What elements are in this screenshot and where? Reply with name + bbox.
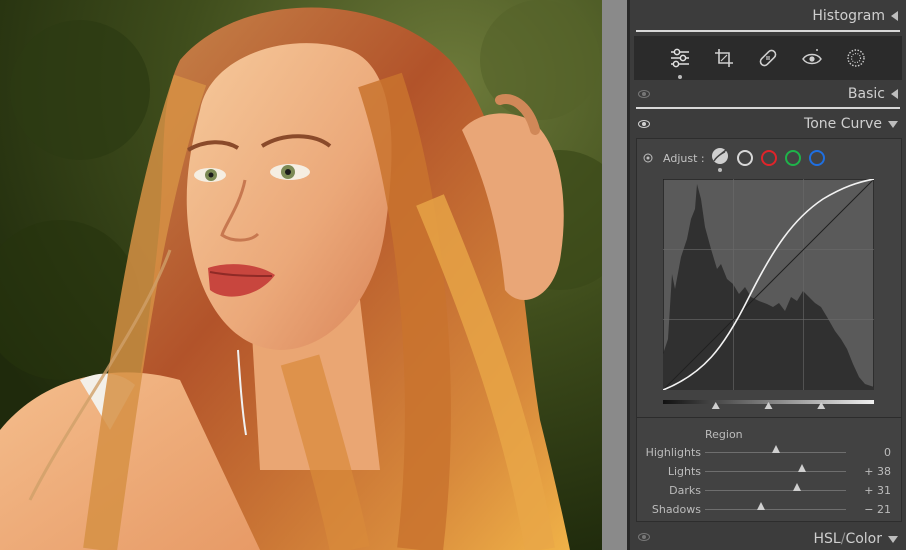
darks-label: Darks xyxy=(669,484,701,497)
highlights-value[interactable]: 0 xyxy=(884,446,891,459)
adjust-label: Adjust : xyxy=(663,151,705,165)
panel-divider-rule xyxy=(636,107,900,109)
shadows-value[interactable]: − 21 xyxy=(864,503,891,516)
darks-slider[interactable]: Darks + 31 xyxy=(637,482,901,500)
darks-value[interactable]: + 31 xyxy=(864,484,891,497)
shadows-slider[interactable]: Shadows − 21 xyxy=(637,501,901,519)
lights-label: Lights xyxy=(667,465,701,478)
slider-track[interactable] xyxy=(705,471,846,472)
active-tool-indicator xyxy=(678,75,682,79)
blue-channel-button[interactable] xyxy=(808,150,825,166)
red-channel-button[interactable] xyxy=(760,150,777,166)
hsl-color-title: HSL/Color xyxy=(814,531,883,547)
parametric-curve-icon[interactable] xyxy=(711,147,729,172)
basic-title: Basic xyxy=(847,86,885,102)
masking-icon[interactable] xyxy=(841,43,871,73)
develop-panel: Histogram Basic Tone Curve Adjust: Regi… xyxy=(630,0,906,550)
shadows-label: Shadows xyxy=(651,503,701,516)
darks-thumb[interactable] xyxy=(793,483,802,491)
panel-divider[interactable] xyxy=(602,0,628,550)
highlights-thumb[interactable] xyxy=(771,445,780,453)
active-channel-indicator xyxy=(717,168,722,172)
healing-icon[interactable] xyxy=(753,43,783,73)
green-channel-button[interactable] xyxy=(784,150,801,166)
histogram-panel-header[interactable]: Histogram xyxy=(630,6,906,26)
crop-icon[interactable] xyxy=(709,43,739,73)
slider-track[interactable] xyxy=(705,490,846,491)
region-title: Region xyxy=(705,428,743,441)
lights-thumb[interactable] xyxy=(798,464,807,472)
edit-sliders-icon[interactable] xyxy=(665,43,695,79)
portrait-image xyxy=(0,0,602,550)
basic-panel-header[interactable]: Basic xyxy=(630,84,906,104)
tone-curve-title: Tone Curve xyxy=(804,116,882,132)
highlights-label: Highlights xyxy=(645,446,701,459)
histogram-title: Histogram xyxy=(812,8,885,24)
expand-triangle-icon[interactable] xyxy=(888,120,898,128)
region-section: Region Highlights 0 Lights + 38 Darks + … xyxy=(637,417,901,517)
tone-curve-panel-header[interactable]: Tone Curve xyxy=(630,114,906,134)
collapse-triangle-icon[interactable] xyxy=(891,89,898,99)
lights-slider[interactable]: Lights + 38 xyxy=(637,463,901,481)
red-eye-icon[interactable] xyxy=(797,43,827,73)
lights-value[interactable]: + 38 xyxy=(864,465,891,478)
tone-curve-panel: Adjust : Region Highlights 0 Lights + 38… xyxy=(636,138,902,522)
adjust-row: Adjust : xyxy=(643,147,833,172)
photo-preview[interactable] xyxy=(0,0,602,550)
hsl-tab[interactable]: HSL xyxy=(814,531,841,547)
highlights-slider[interactable]: Highlights 0 xyxy=(637,444,901,462)
hsl-color-panel-header[interactable]: HSL/Color xyxy=(630,528,906,550)
target-adjust-icon[interactable] xyxy=(643,153,653,163)
expand-triangle-icon[interactable] xyxy=(888,535,898,543)
panel-divider-rule xyxy=(636,30,900,32)
color-tab[interactable]: Color xyxy=(845,531,882,547)
tool-strip xyxy=(634,36,902,80)
collapse-triangle-icon[interactable] xyxy=(891,11,898,21)
shadows-thumb[interactable] xyxy=(756,502,765,510)
tone-curve-graph[interactable] xyxy=(662,178,875,391)
region-split-bar[interactable] xyxy=(663,395,874,409)
luminance-channel-button[interactable] xyxy=(736,150,753,166)
slider-track[interactable] xyxy=(705,509,846,510)
